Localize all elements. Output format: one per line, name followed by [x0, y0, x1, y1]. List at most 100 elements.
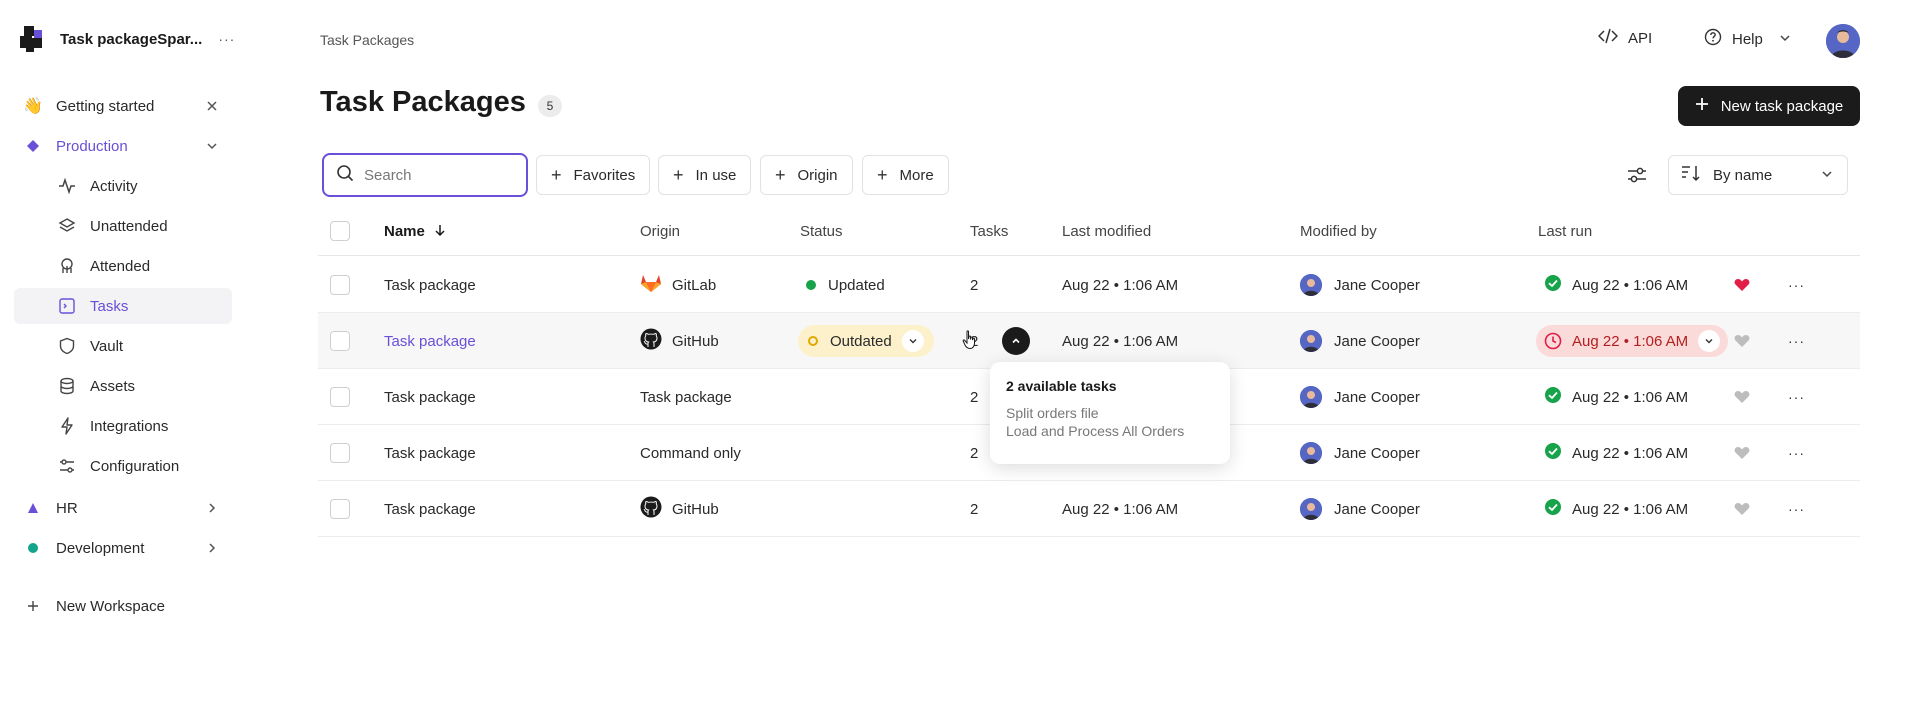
avatar	[1300, 330, 1322, 352]
workspace-switcher[interactable]: Task packageSpar... ···	[18, 24, 235, 54]
plus-icon	[1695, 97, 1709, 115]
sidebar-item-attended[interactable]: Attended	[48, 248, 232, 284]
row-last-run: Aug 22 • 1:06 AM	[1544, 481, 1688, 537]
sidebar-item-hr[interactable]: HR	[14, 490, 232, 526]
row-more-icon[interactable]: ···	[1788, 369, 1805, 425]
user-avatar[interactable]	[1826, 24, 1860, 58]
sort-dropdown[interactable]: By name	[1668, 155, 1848, 195]
row-checkbox[interactable]	[330, 481, 350, 537]
row-checkbox[interactable]	[330, 425, 350, 481]
table-row[interactable]: Task package GitHub 2 Aug 22 • 1:06 AM J…	[318, 481, 1860, 537]
sidebar-item-getting-started[interactable]: 👋 Getting started	[14, 88, 232, 124]
column-label: Name	[384, 223, 425, 240]
sidebar-item-development[interactable]: Development	[14, 530, 232, 566]
row-name[interactable]: Task package	[384, 313, 476, 369]
last-run-dropdown[interactable]: Aug 22 • 1:06 AM	[1536, 313, 1729, 369]
row-tasks: 2	[970, 276, 979, 294]
row-name[interactable]: Task package	[384, 425, 476, 481]
last-run-label: Aug 22 • 1:06 AM	[1572, 444, 1689, 462]
sidebar-item-vault[interactable]: Vault	[48, 328, 232, 364]
tasks-toggle-button[interactable]	[1002, 313, 1030, 369]
row-more-icon[interactable]: ···	[1788, 257, 1805, 313]
modified-by-name: Jane Cooper	[1334, 388, 1420, 406]
column-origin[interactable]: Origin	[640, 223, 680, 240]
row-more-icon[interactable]: ···	[1788, 481, 1805, 537]
sidebar-item-label: Integrations	[90, 417, 169, 435]
favorite-heart-icon[interactable]	[1734, 481, 1750, 537]
row-name[interactable]: Task package	[384, 481, 476, 537]
search-box[interactable]	[322, 153, 528, 197]
column-name[interactable]: Name	[384, 223, 445, 240]
popover-title: 2 available tasks	[1006, 378, 1117, 394]
select-all-checkbox[interactable]	[330, 221, 350, 241]
row-more-icon[interactable]: ···	[1788, 313, 1805, 369]
api-button[interactable]: API	[1597, 28, 1653, 48]
check-circle-icon	[1544, 274, 1562, 296]
filter-chip-in-use[interactable]: + In use	[658, 155, 752, 195]
row-more-icon[interactable]: ···	[1788, 425, 1805, 481]
more-icon[interactable]: ···	[218, 31, 235, 47]
sidebar-item-activity[interactable]: Activity	[48, 168, 232, 204]
row-last-run: Aug 22 • 1:06 AM	[1544, 257, 1688, 313]
filter-chip-origin[interactable]: + Origin	[760, 155, 853, 195]
popover-task-item[interactable]: Split orders file	[1006, 404, 1214, 422]
last-run-label: Aug 22 • 1:06 AM	[1572, 500, 1689, 518]
sidebar-item-label: Getting started	[56, 97, 155, 115]
check-circle-icon	[1544, 498, 1562, 520]
popover-task-item[interactable]: Load and Process All Orders	[1006, 422, 1214, 440]
chevron-down-icon[interactable]	[206, 128, 218, 164]
sidebar-item-production[interactable]: Production	[14, 128, 232, 164]
chevron-right-icon[interactable]	[206, 530, 218, 566]
row-checkbox[interactable]	[330, 369, 350, 425]
status-dropdown[interactable]: Outdated	[798, 313, 934, 369]
sort-icon	[1681, 164, 1701, 186]
row-modified-by: Jane Cooper	[1300, 425, 1420, 481]
table-row[interactable]: Task package GitLab Updated 2 Aug 22 • 1…	[318, 257, 1860, 313]
column-modified-by[interactable]: Modified by	[1300, 223, 1377, 240]
status-badge: Updated	[806, 257, 885, 313]
status-label: Updated	[828, 276, 885, 294]
chevron-right-icon[interactable]	[206, 490, 218, 526]
hand-cursor-icon	[962, 330, 978, 355]
column-tasks[interactable]: Tasks	[970, 223, 1008, 240]
row-checkbox[interactable]	[330, 257, 350, 313]
filter-chip-more[interactable]: + More	[862, 155, 949, 195]
sidebar-item-label: Activity	[90, 177, 138, 195]
favorite-heart-icon[interactable]	[1734, 313, 1750, 369]
new-task-package-button[interactable]: New task package	[1678, 86, 1860, 126]
row-origin: GitLab	[640, 257, 716, 313]
breadcrumb[interactable]: Task Packages	[320, 32, 414, 48]
sidebar-item-label: Vault	[90, 337, 124, 355]
sidebar-item-unattended[interactable]: Unattended	[48, 208, 232, 244]
modified-by-name: Jane Cooper	[1334, 332, 1420, 350]
tasks-popover: 2 available tasks Split orders file Load…	[990, 362, 1230, 464]
view-settings-icon[interactable]	[1626, 164, 1650, 188]
chevron-up-icon	[1011, 333, 1021, 350]
row-checkbox[interactable]	[330, 313, 350, 369]
row-origin: GitHub	[640, 313, 719, 369]
new-workspace-button[interactable]: New Workspace	[14, 588, 232, 624]
row-modified-by: Jane Cooper	[1300, 313, 1420, 369]
column-status[interactable]: Status	[800, 223, 843, 240]
modified-by-name: Jane Cooper	[1334, 500, 1420, 518]
favorite-heart-icon[interactable]	[1734, 425, 1750, 481]
sidebar-item-tasks[interactable]: Tasks	[14, 288, 232, 324]
chevron-down-icon	[1821, 167, 1833, 184]
plus-icon: +	[775, 164, 786, 185]
row-origin: Task package	[640, 388, 732, 406]
sidebar-item-integrations[interactable]: Integrations	[48, 408, 232, 444]
sidebar-item-configuration[interactable]: Configuration	[48, 448, 232, 484]
row-name[interactable]: Task package	[384, 257, 476, 313]
favorite-heart-icon[interactable]	[1734, 369, 1750, 425]
favorite-heart-icon[interactable]	[1734, 257, 1750, 313]
sidebar-item-assets[interactable]: Assets	[48, 368, 232, 404]
row-name[interactable]: Task package	[384, 369, 476, 425]
table-row[interactable]: Task package GitHub Outdated 2 Aug 22 • …	[318, 313, 1860, 369]
api-label: API	[1628, 29, 1653, 47]
column-last-modified[interactable]: Last modified	[1062, 223, 1151, 240]
close-icon[interactable]	[206, 88, 218, 124]
help-button[interactable]: Help	[1704, 28, 1791, 50]
column-last-run[interactable]: Last run	[1538, 223, 1592, 240]
search-input[interactable]	[364, 166, 504, 184]
filter-chip-favorites[interactable]: + Favorites	[536, 155, 651, 195]
